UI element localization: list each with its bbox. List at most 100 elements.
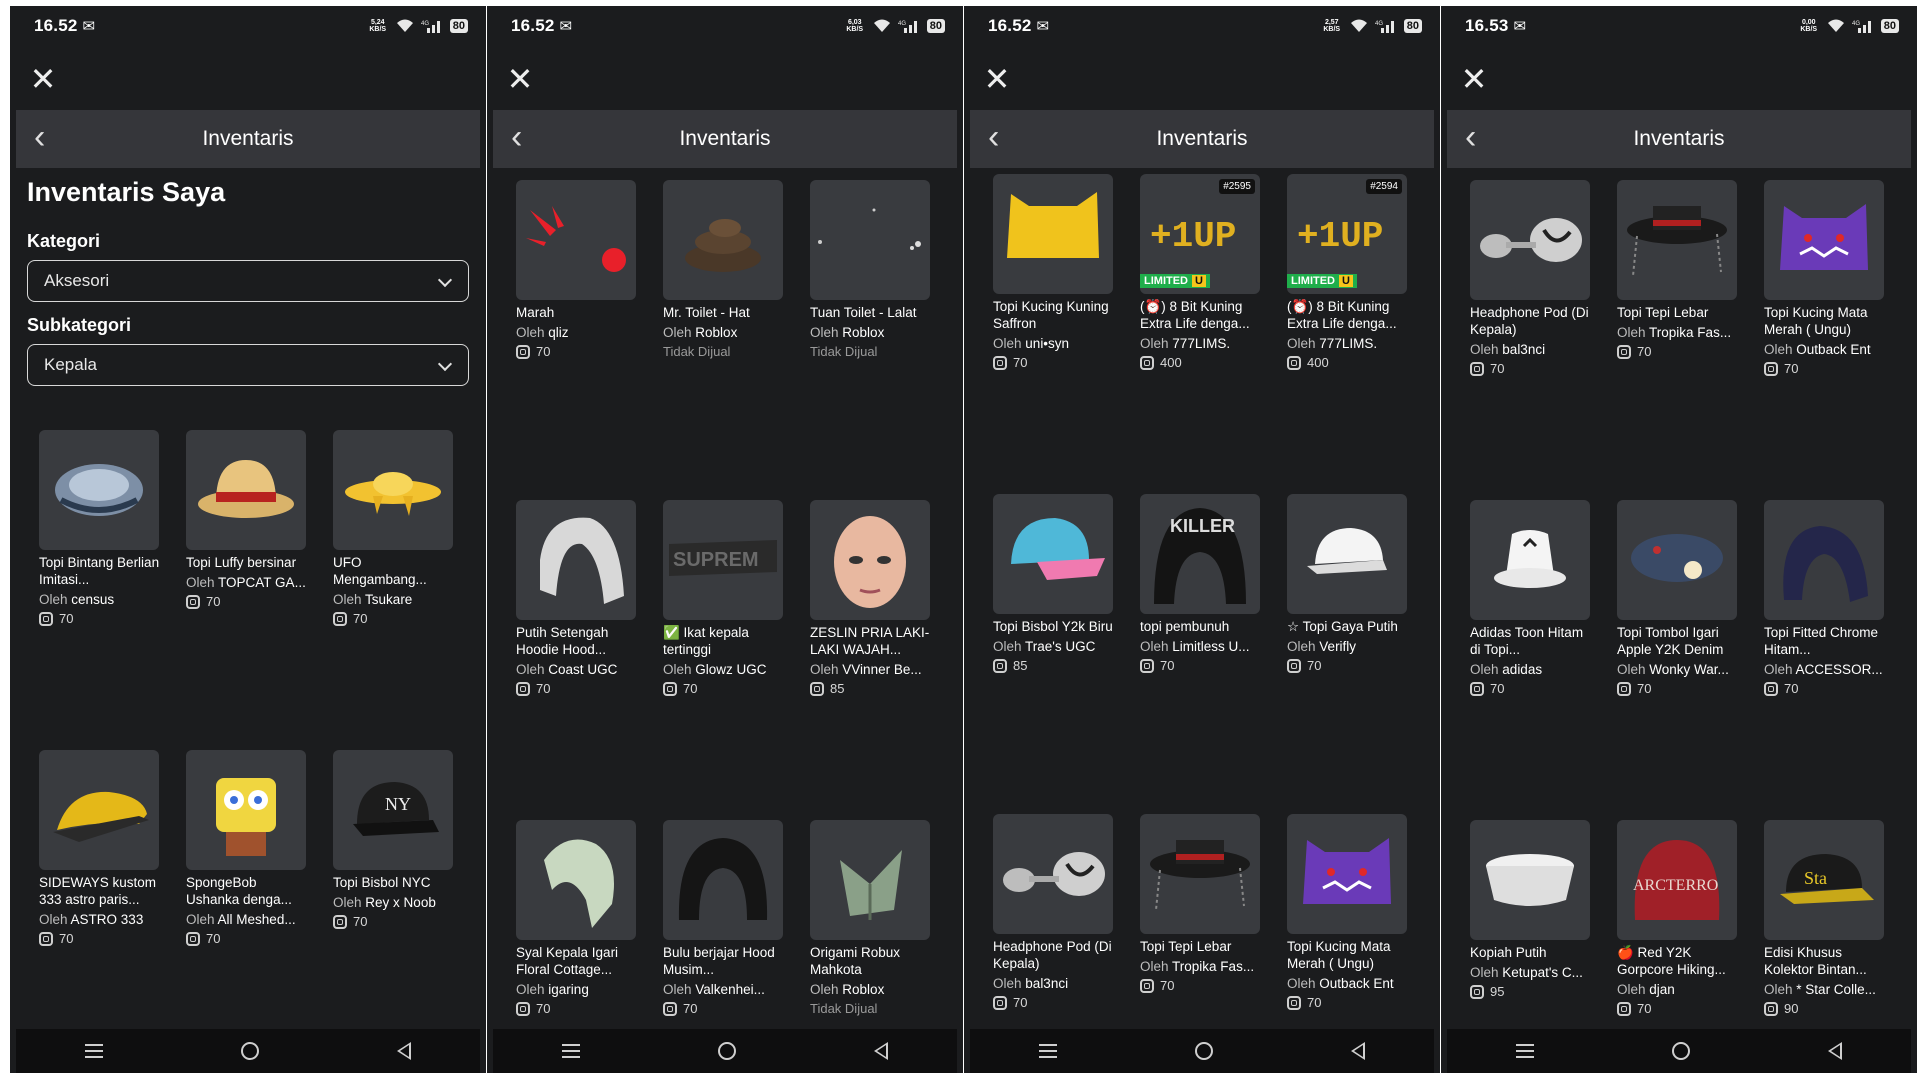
inventory-item[interactable]: +1UP #2595 LIMITED U (⏰) 8 Bit Kuning Ext… [1140, 174, 1262, 370]
item-creator: Oleh ACCESSOR... [1764, 662, 1883, 677]
item-creator: Oleh Rey x Noob [333, 895, 436, 910]
item-thumbnail [993, 494, 1113, 614]
inventory-item[interactable]: SIDEWAYS kustom 333 astro paris... Oleh … [39, 750, 161, 946]
item-name: Kopiah Putih [1470, 945, 1547, 960]
svg-text:Sta: Sta [1804, 868, 1827, 888]
inventory-item[interactable]: Adidas Toon Hitam di Topi... Oleh adidas… [1470, 500, 1592, 696]
category-value: Aksesori [44, 271, 110, 290]
item-thumbnail [333, 430, 453, 550]
inventory-item[interactable]: ZESLIN PRIA LAKI-LAKI WAJAH... Oleh VVin… [810, 500, 932, 696]
inventory-item[interactable]: Topi Luffy bersinar Oleh TOPCAT GA... 70 [186, 430, 308, 609]
item-name: Headphone Pod (Di Kepala) [1470, 305, 1589, 337]
inventory-item[interactable]: Origami Robux Mahkota Oleh Roblox Tidak … [810, 820, 932, 1016]
item-price: 90 [1764, 1001, 1886, 1016]
back-chevron-icon[interactable]: ‹ [988, 120, 999, 154]
item-thumbnail [516, 500, 636, 620]
inventory-item[interactable]: Topi Bintang Berlian Imitasi... Oleh cen… [39, 430, 161, 626]
inventory-item[interactable]: Headphone Pod (Di Kepala) Oleh bal3nci 7… [993, 814, 1115, 1010]
inventory-item[interactable]: Topi Kucing Mata Merah ( Ungu) Oleh Outb… [1764, 180, 1886, 376]
robux-icon [333, 611, 347, 626]
recent-apps-icon[interactable] [85, 1044, 103, 1058]
inventory-item[interactable]: Marah Oleh qliz 70 [516, 180, 638, 359]
back-chevron-icon[interactable]: ‹ [1465, 120, 1476, 154]
straw-hat-icon [198, 460, 294, 518]
back-icon[interactable] [397, 1042, 411, 1060]
close-icon[interactable]: ✕ [505, 63, 535, 95]
inventory-item[interactable]: SUPREM ✅ Ikat kepala tertinggi Oleh Glow… [663, 500, 785, 696]
item-creator: Oleh census [39, 592, 115, 607]
back-icon[interactable] [1351, 1042, 1365, 1060]
poop-hat-icon [685, 219, 761, 272]
item-thumbnail: +1UP #2594 LIMITED U [1287, 174, 1407, 294]
item-creator: Oleh Roblox [663, 325, 738, 340]
not-for-sale-label: Tidak Dijual [810, 1001, 878, 1016]
category-label: Kategori [27, 231, 101, 251]
home-icon[interactable] [241, 1042, 259, 1060]
system-nav-bar [970, 1029, 1434, 1073]
item-price: 70 [1470, 361, 1592, 376]
inventory-item[interactable]: Topi Fitted Chrome Hitam... Oleh ACCESSO… [1764, 500, 1886, 696]
inventory-item[interactable]: ARCTERRO 🍎 Red Y2K Gorpcore Hiking... Ol… [1617, 820, 1739, 1016]
back-chevron-icon[interactable]: ‹ [511, 120, 522, 154]
robux-icon [1617, 344, 1631, 359]
baseball-cap-icon [1011, 518, 1105, 580]
back-icon[interactable] [874, 1042, 888, 1060]
signal-icon: 4G [898, 21, 917, 33]
inventory-item[interactable]: NY Topi Bisbol NYC Oleh Rey x Noob 70 [333, 750, 455, 929]
inventory-item[interactable]: Mr. Toilet - Hat Oleh Roblox Tidak Dijua… [663, 180, 785, 359]
back-icon[interactable] [1828, 1042, 1842, 1060]
subcategory-dropdown[interactable]: Kepala [27, 344, 469, 386]
close-icon[interactable]: ✕ [1459, 63, 1489, 95]
inventory-item[interactable]: SpongeBob Ushanka denga... Oleh All Mesh… [186, 750, 308, 946]
inventory-item[interactable]: UFO Mengambang... Oleh Tsukare 70 [333, 430, 455, 626]
inventory-item[interactable]: +1UP #2594 LIMITED U (⏰) 8 Bit Kuning Ext… [1287, 174, 1409, 370]
home-icon[interactable] [1672, 1042, 1690, 1060]
home-icon[interactable] [718, 1042, 736, 1060]
item-creator: Oleh bal3nci [993, 976, 1069, 991]
item-creator: Oleh bal3nci [1470, 342, 1546, 357]
inventory-item[interactable]: Kopiah Putih Oleh Ketupat's C... 95 [1470, 820, 1592, 999]
origami-crown-icon [840, 850, 902, 920]
battery-indicator: 80 [926, 19, 945, 33]
inventory-item[interactable]: Syal Kepala Igari Floral Cottage... Oleh… [516, 820, 638, 1016]
close-icon[interactable]: ✕ [982, 63, 1012, 95]
inventory-item[interactable]: Headphone Pod (Di Kepala) Oleh bal3nci 7… [1470, 180, 1592, 376]
recent-apps-icon[interactable] [1039, 1044, 1057, 1058]
close-icon[interactable]: ✕ [28, 63, 58, 95]
robux-icon [1470, 361, 1484, 376]
inventory-item[interactable]: Tuan Toilet - Lalat Oleh Roblox Tidak Di… [810, 180, 932, 359]
inventory-item[interactable]: ☆ Topi Gaya Putih Oleh Verifly 70 [1287, 494, 1409, 673]
inventory-item[interactable]: Bulu berjajar Hood Musim... Oleh Valkenh… [663, 820, 785, 1016]
item-creator: Oleh Tropika Fas... [1140, 959, 1255, 974]
inventory-item[interactable]: Topi Kucing Kuning Saffron Oleh uni•syn … [993, 174, 1115, 370]
inventory-item[interactable]: Sta Edisi Khusus Kolektor Bintan... Oleh… [1764, 820, 1886, 1016]
inventory-item[interactable]: Topi Tepi Lebar Oleh Tropika Fas... 70 [1140, 814, 1262, 993]
status-time: 16.52 [34, 16, 78, 35]
scarf-icon [544, 839, 614, 928]
inventory-item[interactable]: Putih Setengah Hoodie Hood... Oleh Coast… [516, 500, 638, 696]
anger-mark-icon [526, 206, 626, 272]
item-price: 70 [39, 931, 161, 946]
item-name: Topi Tepi Lebar [1617, 305, 1709, 320]
item-creator: Oleh * Star Colle... [1764, 982, 1876, 997]
item-price: 70 [1764, 681, 1886, 696]
category-dropdown[interactable]: Aksesori [27, 260, 469, 302]
back-chevron-icon[interactable]: ‹ [34, 120, 45, 154]
item-thumbnail [810, 180, 930, 300]
inventory-item[interactable]: Topi Tombol Igari Apple Y2K Denim Oleh W… [1617, 500, 1739, 696]
svg-text:4G: 4G [1852, 21, 1860, 27]
item-creator: Oleh Glowz UGC [663, 662, 767, 677]
robux-icon [1617, 681, 1631, 696]
inventory-item[interactable]: KILLER topi pembunuh Oleh Limitless U...… [1140, 494, 1262, 673]
fur-hood-icon [678, 838, 768, 920]
inventory-item[interactable]: Topi Tepi Lebar Oleh Tropika Fas... 70 [1617, 180, 1739, 359]
inventory-item[interactable]: Topi Bisbol Y2k Biru Oleh Trae's UGC 85 [993, 494, 1115, 673]
item-price: 70 [993, 355, 1115, 370]
battery-indicator: 80 [449, 19, 468, 33]
inventory-item[interactable]: Topi Kucing Mata Merah ( Ungu) Oleh Outb… [1287, 814, 1409, 1010]
recent-apps-icon[interactable] [1516, 1044, 1534, 1058]
item-thumbnail [1617, 180, 1737, 300]
limited-badge: LIMITED U [1140, 274, 1210, 288]
recent-apps-icon[interactable] [562, 1044, 580, 1058]
home-icon[interactable] [1195, 1042, 1213, 1060]
